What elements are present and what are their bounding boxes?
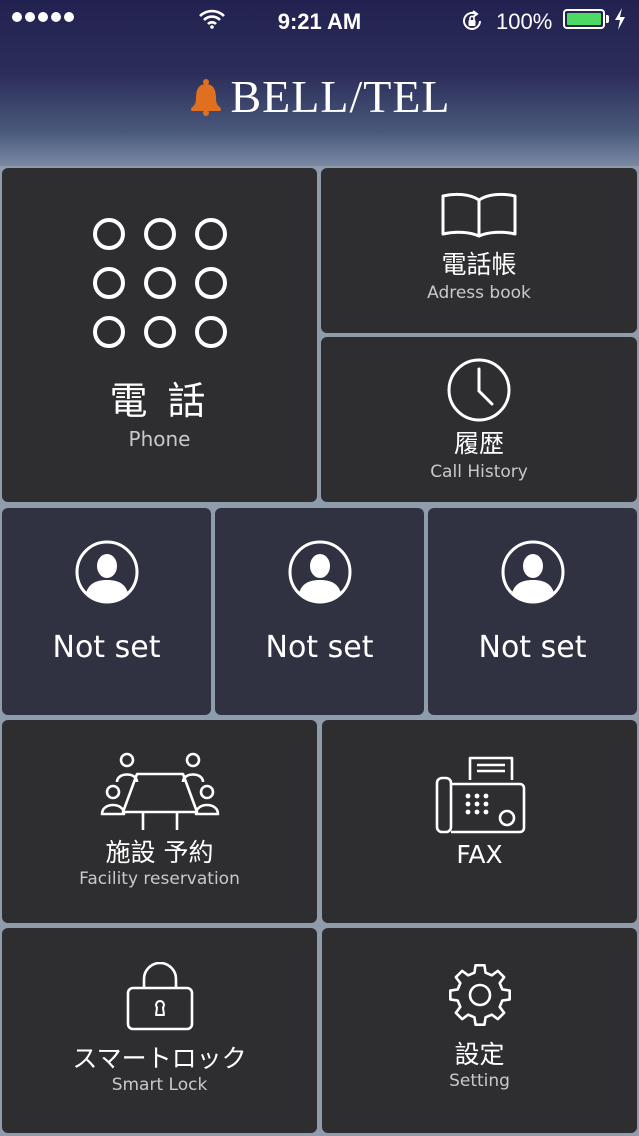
contact-tile-3[interactable]: Not set [428,508,637,715]
facility-reservation-tile[interactable]: 施設 予約 Facility reservation [2,720,317,923]
settings-sublabel: Setting [449,1071,510,1091]
phone-sublabel: Phone [128,427,191,451]
address-book-tile[interactable]: 電話帳 Adress book [321,168,637,333]
contact-tile-1[interactable]: Not set [2,508,211,715]
battery-icon [563,9,605,29]
person-icon [288,540,352,604]
contact-label: Not set [265,630,374,665]
smart-lock-sublabel: Smart Lock [111,1075,208,1095]
person-icon [501,540,565,604]
battery-nub [606,15,609,23]
call-history-label: 履歴 [453,429,504,458]
app-logo: BELL/TEL [0,74,639,120]
app-title: BELL/TEL [230,71,451,122]
fax-label: FAX [456,840,503,869]
address-book-sublabel: Adress book [427,283,531,303]
facility-reservation-sublabel: Facility reservation [79,869,240,889]
padlock-icon [125,962,195,1032]
contact-tile-2[interactable]: Not set [215,508,424,715]
fax-tile[interactable]: FAX [322,720,637,923]
contact-label: Not set [52,630,161,665]
smart-lock-label: スマートロック [72,1044,247,1073]
clock-icon [446,357,512,423]
meeting-table-icon [99,752,221,834]
person-icon [75,540,139,604]
book-icon [438,190,520,238]
call-history-tile[interactable]: 履歴 Call History [321,337,637,502]
settings-label: 設定 [454,1040,505,1069]
phone-label: 電 話 [109,379,210,423]
bell-icon [188,78,224,116]
charging-bolt-icon [614,8,626,30]
call-history-sublabel: Call History [430,462,528,482]
rotation-lock-icon [460,9,484,33]
gear-icon [447,962,513,1028]
address-book-label: 電話帳 [441,250,517,279]
app-header: 9:21 AM 100% BELL/TEL [0,0,639,166]
settings-tile[interactable]: 設定 Setting [322,928,637,1133]
dialpad-icon [92,218,228,348]
battery-percent: 100% [496,9,553,34]
phone-tile[interactable]: 電 話 Phone [2,168,317,502]
contact-label: Not set [478,630,587,665]
smart-lock-tile[interactable]: スマートロック Smart Lock [2,928,317,1133]
status-bar: 9:21 AM 100% [0,0,639,42]
facility-reservation-label: 施設 予約 [105,838,214,867]
fax-icon [434,756,526,834]
